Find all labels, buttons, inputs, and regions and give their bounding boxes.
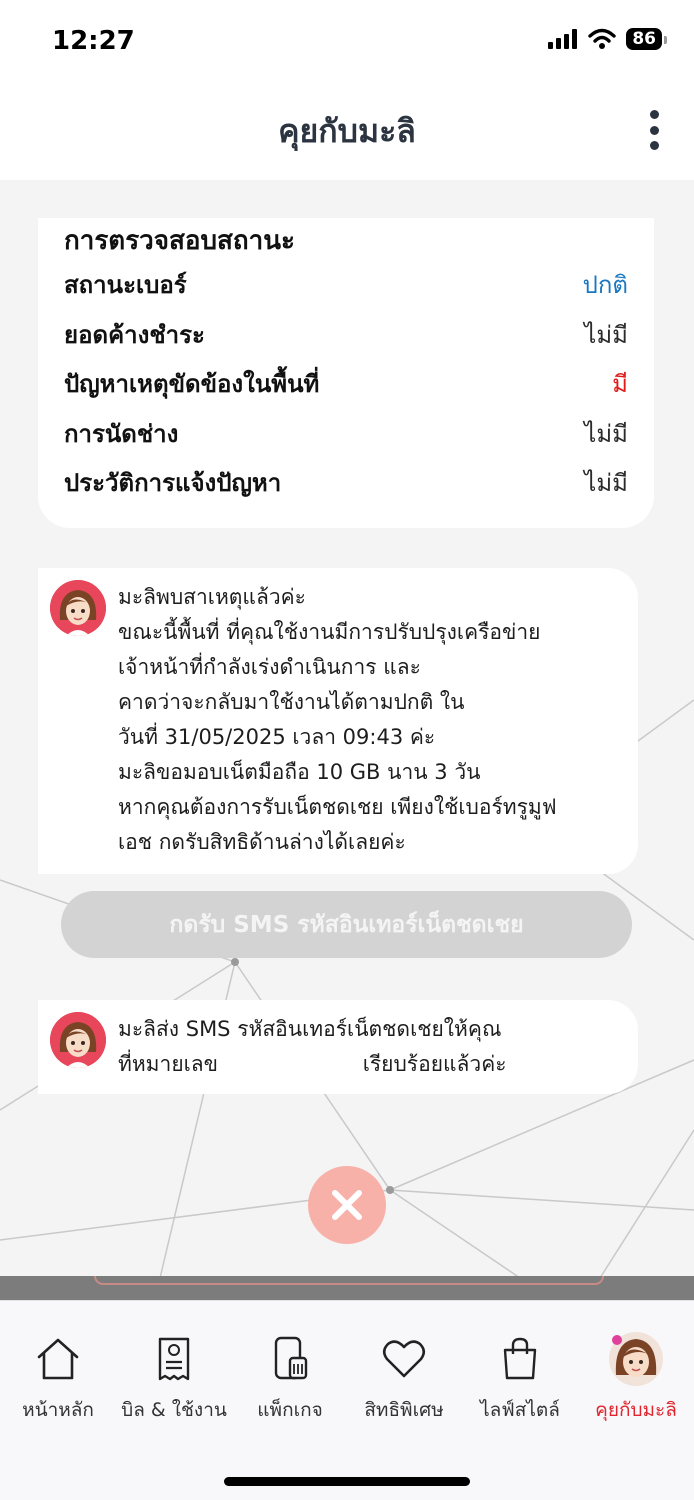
- status-bar: 12:27 86: [0, 0, 694, 80]
- nav-label: สิทธิพิเศษ: [364, 1399, 444, 1421]
- shopping-bag-icon: [492, 1331, 548, 1387]
- bottom-nav: หน้าหลัก บิล & ใช้งาน แพ็กเกจ สิทธิพิเศษ…: [0, 1300, 694, 1500]
- status-value: ไม่มี: [584, 320, 628, 349]
- chat-header: คุยกับมะลิ: [0, 80, 694, 180]
- status-value: ไม่มี: [584, 419, 628, 448]
- status-row: ยอดค้างชำระ ไม่มี: [64, 310, 628, 360]
- mali-avatar-icon: [50, 580, 106, 636]
- heart-icon: [376, 1331, 432, 1387]
- more-options-button[interactable]: [644, 110, 664, 150]
- status-row: การนัดช่าง ไม่มี: [64, 409, 628, 459]
- status-label: ประวัติการแจ้งปัญหา: [64, 469, 282, 498]
- nav-label: ไลฟ์สไตล์: [480, 1399, 560, 1421]
- message-text: มะลิส่ง SMS รหัสอินเทอร์เน็ตชดเชยให้คุณ …: [118, 1012, 616, 1082]
- message-line: เอช กดรับสิทธิด้านล่างได้เลยค่ะ: [118, 830, 406, 854]
- message-line: มะลิขอมอบเน็ตมือถือ 10 GB นาน 3 วัน: [118, 760, 481, 784]
- nav-item-lifestyle[interactable]: ไลฟ์สไตล์: [462, 1331, 578, 1425]
- nav-label: หน้าหลัก: [22, 1399, 94, 1421]
- status-label: การนัดช่าง: [64, 419, 179, 448]
- hidden-card-edge: [94, 1276, 604, 1285]
- mali-avatar-icon: [50, 1012, 106, 1068]
- message-line: ขณะนี้พื้นที่ ที่คุณใช้งานมีการปรับปรุงเ…: [118, 620, 541, 644]
- close-button[interactable]: [308, 1166, 386, 1244]
- message-line: คาดว่าจะกลับมาใช้งานได้ตามปกติ ใน: [118, 690, 465, 714]
- bot-message: มะลิส่ง SMS รหัสอินเทอร์เน็ตชดเชยให้คุณ …: [38, 1000, 638, 1094]
- nav-item-package[interactable]: แพ็กเกจ: [232, 1331, 348, 1425]
- home-indicator[interactable]: [224, 1477, 470, 1486]
- status-value: ปกติ: [582, 271, 628, 300]
- status-value: ไม่มี: [584, 469, 628, 498]
- message-line: มะลิส่ง SMS รหัสอินเทอร์เน็ตชดเชยให้คุณ: [118, 1017, 502, 1041]
- status-icons: 86: [548, 28, 667, 50]
- status-row: ปัญหาเหตุขัดข้องในพื้นที่ มี: [64, 359, 628, 409]
- mali-avatar-icon: [608, 1331, 664, 1387]
- more-dot-icon: [649, 125, 659, 135]
- status-time: 12:27: [52, 26, 135, 56]
- status-row: สถานะเบอร์ ปกติ: [64, 260, 628, 310]
- message-line: เจ้าหน้าที่กำลังเร่งดำเนินการ และ: [118, 655, 421, 679]
- message-text: มะลิพบสาเหตุแล้วค่ะ ขณะนี้พื้นที่ ที่คุณ…: [118, 580, 616, 860]
- nav-label: คุยกับมะลิ: [595, 1399, 677, 1421]
- message-line: ที่หมายเลข เรียบร้อยแล้วค่ะ: [118, 1047, 616, 1082]
- status-value: มี: [612, 370, 628, 399]
- nav-item-chat-mali[interactable]: คุยกับมะลิ: [578, 1331, 694, 1425]
- more-dot-icon: [649, 141, 659, 150]
- nav-item-home[interactable]: หน้าหลัก: [0, 1331, 116, 1425]
- battery-indicator: 86: [626, 28, 667, 50]
- status-label: สถานะเบอร์: [64, 271, 187, 300]
- close-icon: [332, 1190, 362, 1220]
- claim-sms-button[interactable]: กดรับ SMS รหัสอินเทอร์เน็ตชดเชย: [61, 891, 632, 958]
- message-line: มะลิพบสาเหตุแล้วค่ะ: [118, 585, 306, 609]
- status-card-title: การตรวจสอบสถานะ: [64, 226, 295, 256]
- nav-label: แพ็กเกจ: [257, 1399, 323, 1421]
- signal-icon: [548, 29, 578, 49]
- wifi-icon: [588, 28, 617, 49]
- page-title: คุยกับมะลิ: [278, 112, 416, 150]
- message-line: วันที่ 31/05/2025 เวลา 09:43 ค่ะ: [118, 725, 436, 749]
- redacted-phone-number: [218, 1051, 357, 1071]
- status-check-card: การตรวจสอบสถานะ สถานะเบอร์ ปกติ ยอดค้างช…: [38, 218, 654, 528]
- package-icon: [262, 1331, 318, 1387]
- message-text-segment: เรียบร้อยแล้วค่ะ: [356, 1052, 507, 1076]
- bot-message: มะลิพบสาเหตุแล้วค่ะ ขณะนี้พื้นที่ ที่คุณ…: [38, 568, 638, 874]
- nav-item-privileges[interactable]: สิทธิพิเศษ: [346, 1331, 462, 1425]
- nav-label: บิล & ใช้งาน: [121, 1399, 227, 1421]
- chat-area[interactable]: การตรวจสอบสถานะ สถานะเบอร์ ปกติ ยอดค้างช…: [0, 180, 694, 1278]
- status-label: ยอดค้างชำระ: [64, 320, 205, 349]
- nav-item-bill[interactable]: บิล & ใช้งาน: [116, 1331, 232, 1425]
- status-row: ประวัติการแจ้งปัญหา ไม่มี: [64, 458, 628, 508]
- message-text-segment: ที่หมายเลข: [118, 1052, 219, 1076]
- bill-icon: [146, 1331, 202, 1387]
- home-icon: [30, 1331, 86, 1387]
- more-dot-icon: [649, 110, 659, 119]
- message-line: หากคุณต้องการรับเน็ตชดเชย เพียงใช้เบอร์ท…: [118, 795, 557, 819]
- status-label: ปัญหาเหตุขัดข้องในพื้นที่: [64, 370, 320, 399]
